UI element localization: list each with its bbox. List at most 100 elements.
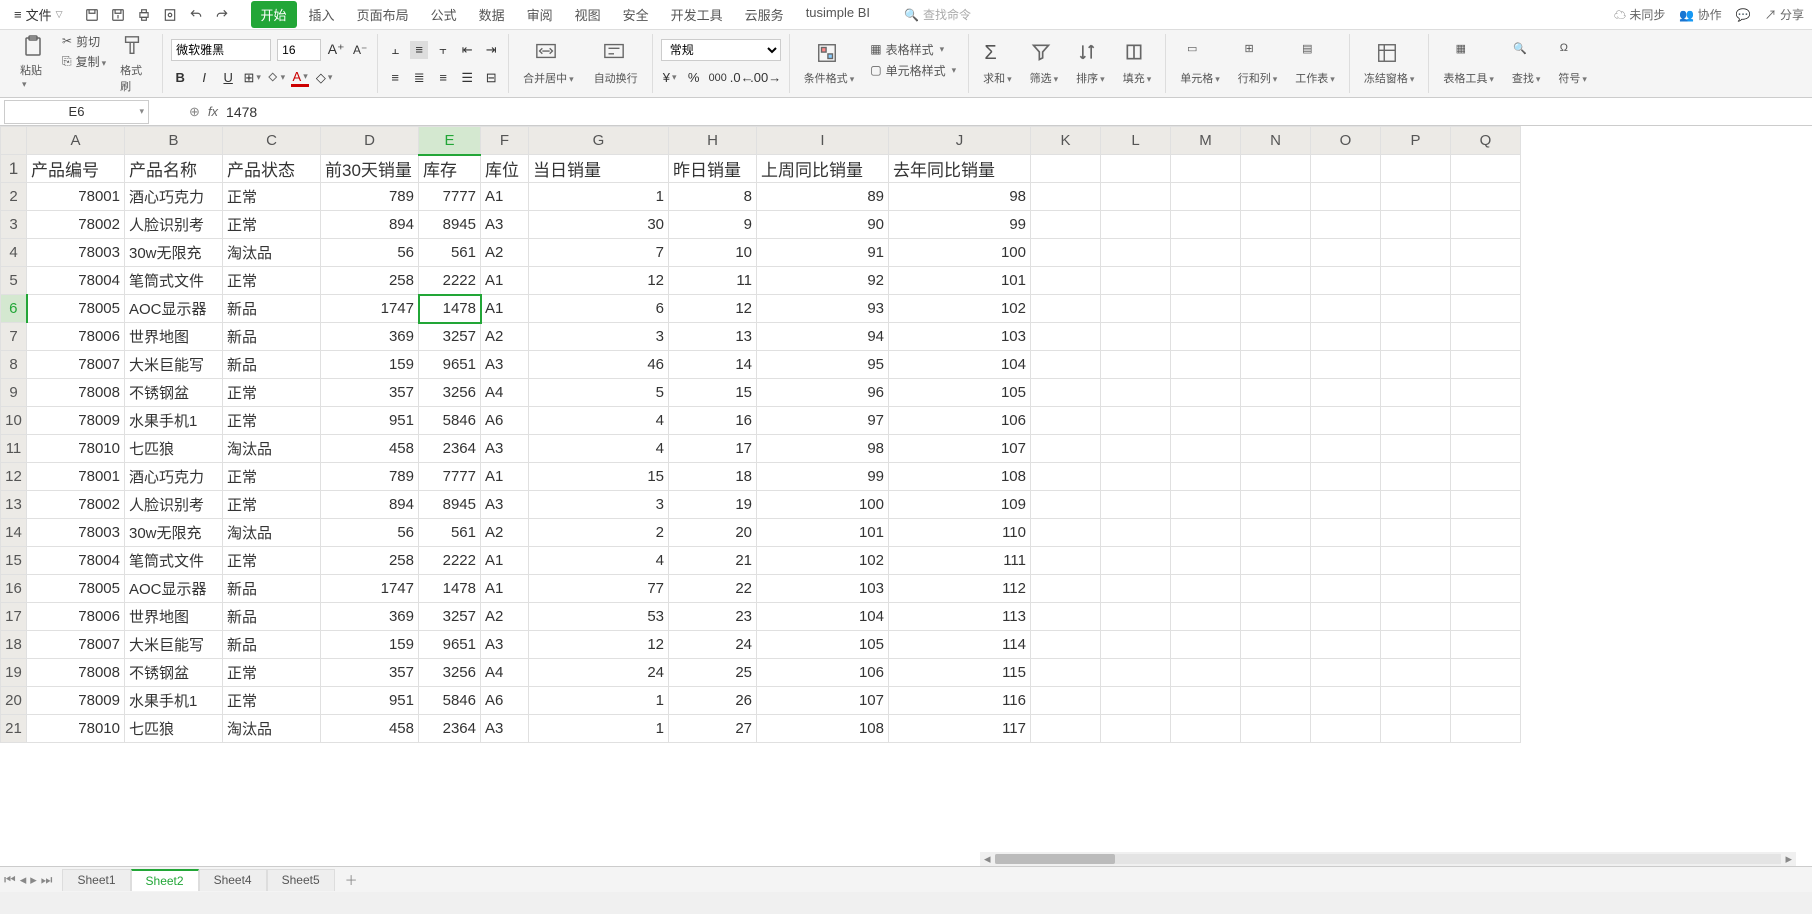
cell[interactable]: A2 bbox=[481, 603, 529, 631]
col-header-G[interactable]: G bbox=[529, 127, 669, 155]
cell[interactable]: 9651 bbox=[419, 631, 481, 659]
cell[interactable] bbox=[1451, 183, 1521, 211]
cell[interactable]: A6 bbox=[481, 687, 529, 715]
find-button[interactable]: 🔍查找 bbox=[1506, 40, 1547, 88]
col-header-D[interactable]: D bbox=[321, 127, 419, 155]
cell[interactable] bbox=[1381, 715, 1451, 743]
cell[interactable] bbox=[1101, 323, 1171, 351]
cell[interactable] bbox=[1241, 239, 1311, 267]
wrap-button[interactable]: 自动换行 bbox=[588, 40, 644, 88]
ribbon-tab-5[interactable]: 审阅 bbox=[517, 1, 563, 28]
redo-icon[interactable] bbox=[213, 6, 231, 24]
cell[interactable]: 46 bbox=[529, 351, 669, 379]
indent-decrease-icon[interactable]: ⇤ bbox=[458, 41, 476, 59]
col-header-E[interactable]: E bbox=[419, 127, 481, 155]
cell[interactable] bbox=[1241, 659, 1311, 687]
cell[interactable] bbox=[1381, 267, 1451, 295]
cell[interactable]: 1747 bbox=[321, 575, 419, 603]
cell[interactable]: A1 bbox=[481, 267, 529, 295]
cell[interactable]: 1 bbox=[529, 183, 669, 211]
cell[interactable]: 13 bbox=[669, 323, 757, 351]
cell[interactable] bbox=[1451, 379, 1521, 407]
cell[interactable]: 105 bbox=[757, 631, 889, 659]
cell[interactable] bbox=[1241, 491, 1311, 519]
cell[interactable]: 103 bbox=[757, 575, 889, 603]
cell[interactable]: A2 bbox=[481, 239, 529, 267]
cell[interactable] bbox=[1241, 631, 1311, 659]
cell[interactable]: 人脸识别考 bbox=[125, 491, 223, 519]
cell[interactable] bbox=[1101, 659, 1171, 687]
cell[interactable]: 正常 bbox=[223, 211, 321, 239]
cell[interactable] bbox=[1171, 575, 1241, 603]
cell[interactable]: 100 bbox=[757, 491, 889, 519]
cell[interactable]: 新品 bbox=[223, 603, 321, 631]
cell[interactable] bbox=[1381, 435, 1451, 463]
cell[interactable] bbox=[1031, 407, 1101, 435]
cell[interactable] bbox=[1241, 155, 1311, 183]
cell[interactable] bbox=[1381, 295, 1451, 323]
increase-decimal-icon[interactable]: .00→ bbox=[757, 69, 775, 87]
cell[interactable] bbox=[1031, 631, 1101, 659]
cell[interactable]: 561 bbox=[419, 519, 481, 547]
cell[interactable]: 99 bbox=[889, 211, 1031, 239]
row-header-3[interactable]: 3 bbox=[1, 211, 27, 239]
cell[interactable] bbox=[1241, 603, 1311, 631]
scroll-left-icon[interactable]: ◂ bbox=[980, 851, 995, 866]
cell[interactable] bbox=[1031, 603, 1101, 631]
cell[interactable]: 淘汰品 bbox=[223, 239, 321, 267]
horizontal-scrollbar[interactable]: ◂ ▸ bbox=[980, 852, 1796, 866]
cell[interactable] bbox=[1241, 267, 1311, 295]
cell[interactable]: 78001 bbox=[27, 183, 125, 211]
col-header-K[interactable]: K bbox=[1031, 127, 1101, 155]
cell[interactable]: A2 bbox=[481, 519, 529, 547]
cell[interactable] bbox=[1451, 211, 1521, 239]
cell[interactable] bbox=[1101, 351, 1171, 379]
comma-icon[interactable]: 000 bbox=[709, 69, 727, 87]
ribbon-tab-9[interactable]: 云服务 bbox=[735, 1, 794, 28]
copy-button[interactable]: ⎘复制 bbox=[58, 52, 110, 71]
cut-button[interactable]: ✂剪切 bbox=[58, 32, 110, 51]
cell[interactable]: 258 bbox=[321, 547, 419, 575]
cell[interactable]: 117 bbox=[889, 715, 1031, 743]
fill-color-icon[interactable] bbox=[267, 69, 285, 87]
decrease-decimal-icon[interactable]: .0← bbox=[733, 69, 751, 87]
cell[interactable]: 78001 bbox=[27, 463, 125, 491]
decrease-font-icon[interactable]: A⁻ bbox=[351, 41, 369, 59]
col-header-C[interactable]: C bbox=[223, 127, 321, 155]
cell[interactable]: 78007 bbox=[27, 351, 125, 379]
sheet-prev-icon[interactable]: ◂ bbox=[20, 872, 27, 888]
cell[interactable]: A1 bbox=[481, 575, 529, 603]
cell[interactable] bbox=[1241, 323, 1311, 351]
cell[interactable]: A3 bbox=[481, 211, 529, 239]
cell[interactable]: 3257 bbox=[419, 323, 481, 351]
cell[interactable] bbox=[1311, 211, 1381, 239]
ribbon-tab-8[interactable]: 开发工具 bbox=[661, 1, 733, 28]
cell[interactable] bbox=[1311, 659, 1381, 687]
cell[interactable] bbox=[1241, 351, 1311, 379]
row-header-6[interactable]: 6 bbox=[1, 295, 27, 323]
cell[interactable]: 114 bbox=[889, 631, 1031, 659]
row-header-16[interactable]: 16 bbox=[1, 575, 27, 603]
cell[interactable]: 78003 bbox=[27, 519, 125, 547]
cell[interactable] bbox=[1451, 323, 1521, 351]
cell[interactable] bbox=[1031, 519, 1101, 547]
cell[interactable]: 78009 bbox=[27, 407, 125, 435]
cell[interactable] bbox=[1311, 687, 1381, 715]
col-header-J[interactable]: J bbox=[889, 127, 1031, 155]
cell[interactable] bbox=[1311, 323, 1381, 351]
cell[interactable]: 产品状态 bbox=[223, 155, 321, 183]
cell[interactable]: 108 bbox=[889, 463, 1031, 491]
cell[interactable] bbox=[1451, 491, 1521, 519]
cell[interactable]: 789 bbox=[321, 183, 419, 211]
sheet-tab-Sheet2[interactable]: Sheet2 bbox=[131, 869, 199, 891]
align-center-icon[interactable]: ≣ bbox=[410, 69, 428, 87]
cell[interactable]: 93 bbox=[757, 295, 889, 323]
cell[interactable] bbox=[1171, 323, 1241, 351]
cell[interactable] bbox=[1451, 155, 1521, 183]
cell[interactable]: 24 bbox=[529, 659, 669, 687]
cell[interactable] bbox=[1381, 407, 1451, 435]
cell[interactable]: 458 bbox=[321, 715, 419, 743]
cell[interactable] bbox=[1031, 575, 1101, 603]
percent-icon[interactable]: % bbox=[685, 69, 703, 87]
row-header-2[interactable]: 2 bbox=[1, 183, 27, 211]
